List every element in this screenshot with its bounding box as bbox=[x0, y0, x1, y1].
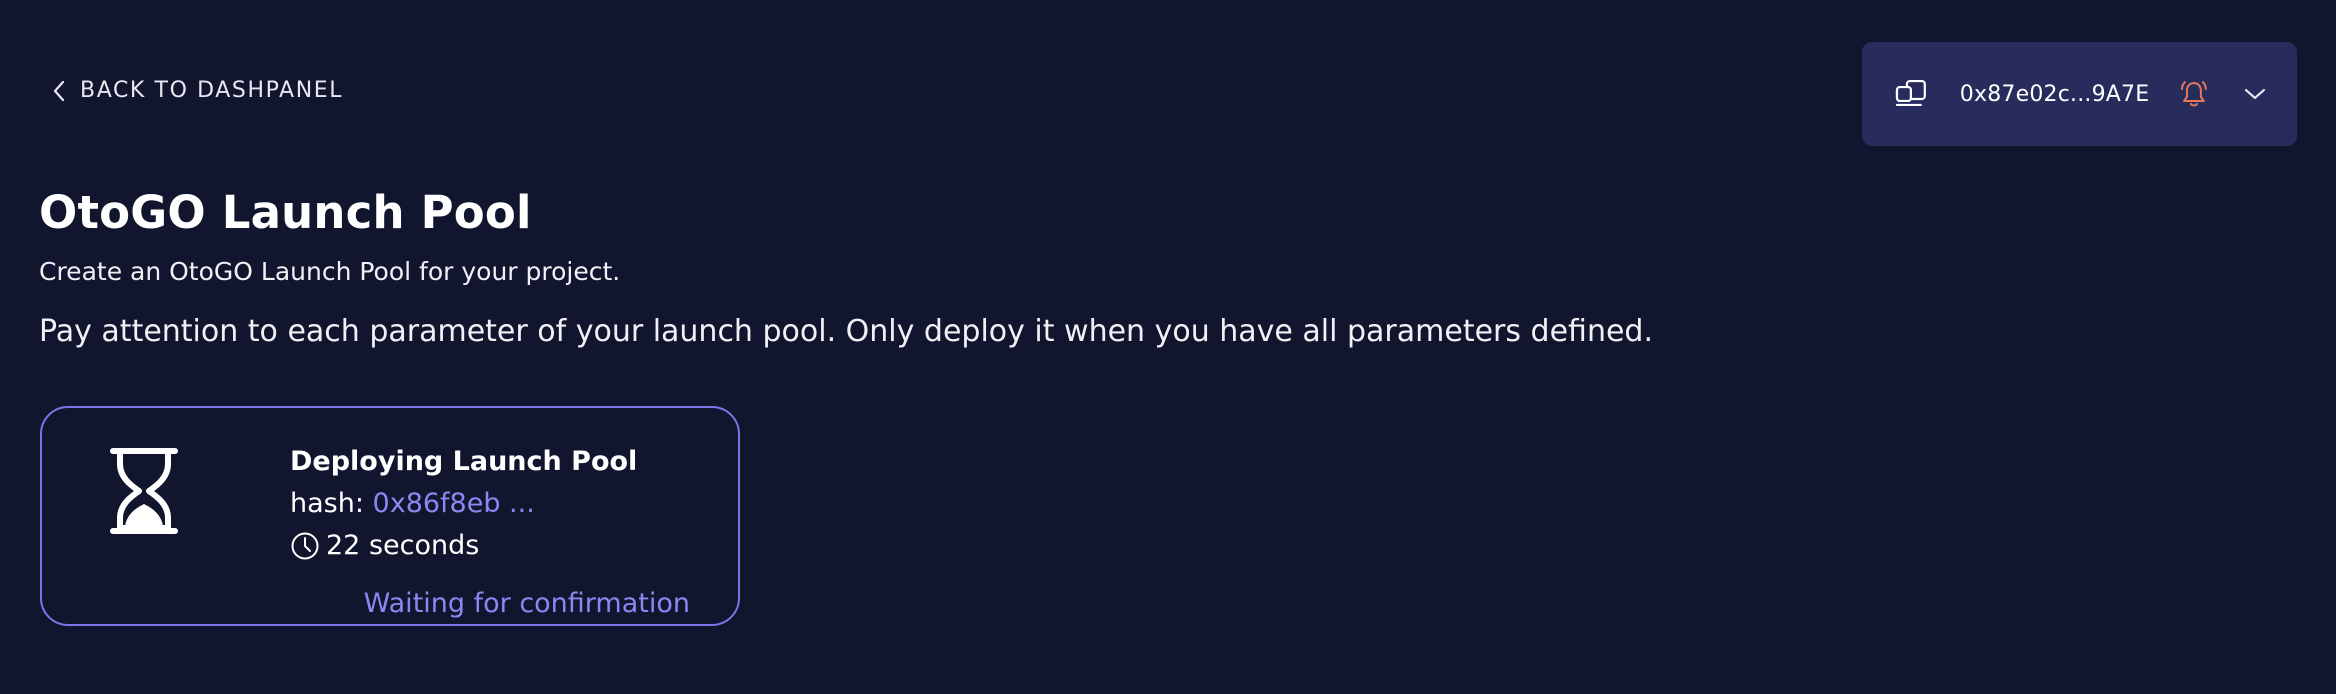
page-subtitle: Create an OtoGO Launch Pool for your pro… bbox=[39, 257, 621, 286]
elapsed-time: 22 seconds bbox=[290, 530, 479, 561]
page-title: OtoGO Launch Pool bbox=[39, 186, 532, 239]
switch-network-icon[interactable] bbox=[1894, 76, 1930, 112]
wallet-widget[interactable]: 0x87e02c...9A7E bbox=[1862, 42, 2297, 146]
deployment-status-card: Deploying Launch Pool hash: 0x86f8eb ...… bbox=[40, 406, 740, 626]
hash-row: hash: 0x86f8eb ... bbox=[290, 488, 535, 519]
page-notice: Pay attention to each parameter of your … bbox=[39, 314, 1653, 349]
back-to-dashpanel-link[interactable]: BACK TO DASHPANEL bbox=[52, 78, 343, 103]
back-link-label: BACK TO DASHPANEL bbox=[80, 78, 344, 103]
chevron-down-icon[interactable] bbox=[2243, 82, 2267, 106]
wallet-address[interactable]: 0x87e02c...9A7E bbox=[1960, 82, 2150, 107]
hash-label: hash: bbox=[290, 488, 373, 519]
elapsed-time-value: 22 seconds bbox=[326, 530, 480, 561]
chevron-left-icon bbox=[53, 80, 65, 101]
bell-icon[interactable] bbox=[2179, 79, 2209, 109]
hourglass-icon bbox=[110, 448, 178, 534]
deployment-title: Deploying Launch Pool bbox=[290, 446, 638, 477]
clock-icon bbox=[291, 532, 319, 559]
transaction-hash-link[interactable]: 0x86f8eb ... bbox=[373, 488, 535, 519]
confirmation-status: Waiting for confirmation bbox=[363, 588, 690, 619]
